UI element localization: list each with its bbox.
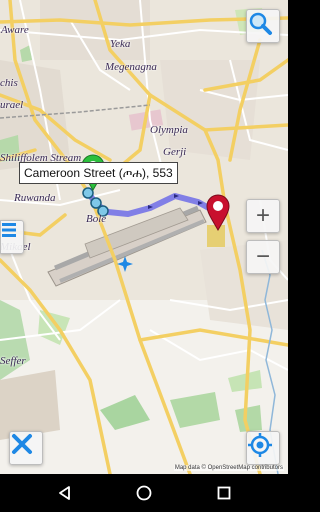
place-label: urael [0,99,24,111]
zoom-in-button[interactable]: + [246,199,280,233]
recents-square-icon [217,486,231,500]
list-icon [2,223,16,237]
locate-button[interactable] [246,431,280,465]
place-label: Olympia [150,124,188,136]
home-button[interactable] [124,474,164,512]
location-tooltip[interactable]: Cameroon Street (ጦሐ), 553 [19,162,178,184]
search-icon [249,12,272,35]
place-label: Bole [86,213,107,225]
map-attribution[interactable]: Map data © OpenStreetMap contributors [173,465,284,471]
place-label: Gerji [163,146,187,158]
gps-target-icon [248,433,272,457]
clear-route-button[interactable] [9,431,43,465]
back-button[interactable] [45,474,85,512]
system-navigation-bar [0,474,288,512]
zoom-out-button[interactable]: − [246,240,280,274]
map-view[interactable]: Aware Yeka Megenagna chis urael Shiliffo… [0,0,288,474]
home-circle-icon [136,485,152,501]
recents-button[interactable] [204,474,244,512]
place-label: Megenagna [105,61,157,73]
place-label: Seffer [0,355,26,367]
search-button[interactable] [246,9,280,43]
place-label: Yeka [110,38,131,50]
place-label: chis [0,77,18,89]
layers-button[interactable] [0,220,24,254]
place-label: Ruwanda [14,192,56,204]
back-triangle-icon [59,486,70,500]
place-label: Aware [1,24,29,36]
close-icon [12,434,32,454]
